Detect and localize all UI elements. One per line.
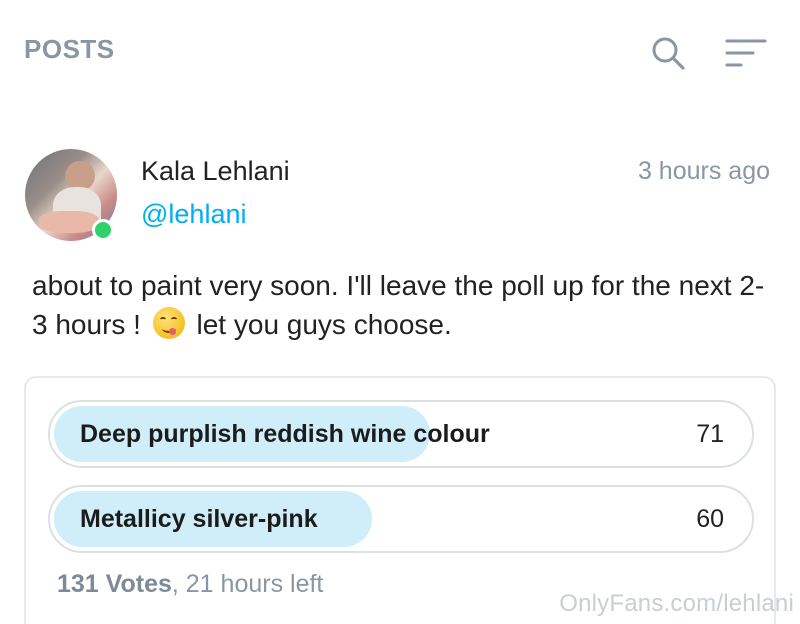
search-icon <box>652 37 685 70</box>
poll-option-1-votes: 71 <box>696 420 724 448</box>
poll-option-1[interactable]: Deep purplish reddish wine colour 71 <box>48 400 754 468</box>
post-text-part2: let you guys choose. <box>188 309 452 340</box>
poll-option-2-votes: 60 <box>696 505 724 533</box>
post-timestamp[interactable]: 3 hours ago <box>638 157 770 186</box>
post-text: about to paint very soon. I'll leave the… <box>32 266 772 344</box>
page-title: POSTS <box>24 34 115 64</box>
posts-page: POSTS Kala Lehlani @lehlani 3 hours ago … <box>0 0 800 624</box>
poll-option-2-label: Metallicy silver-pink <box>80 505 318 533</box>
avatar-photo-legs <box>39 211 99 233</box>
poll-summary: 131 Votes, 21 hours left <box>57 570 323 599</box>
poll-card: Deep purplish reddish wine colour 71 Met… <box>24 376 776 624</box>
search-button[interactable] <box>650 35 686 71</box>
poll-option-1-label: Deep purplish reddish wine colour <box>80 420 490 448</box>
filter-lines-icon <box>725 39 767 67</box>
watermark: OnlyFans.com/lehlani <box>559 590 794 617</box>
poll-total-votes: 131 Votes <box>57 570 172 598</box>
online-status-icon <box>92 219 114 241</box>
smiling-face-savoring-food-icon <box>152 307 185 339</box>
filter-button[interactable] <box>725 36 769 72</box>
author-name[interactable]: Kala Lehlani <box>141 156 290 187</box>
author-handle-link[interactable]: @lehlani <box>141 199 246 230</box>
poll-time-left: , 21 hours left <box>171 570 324 598</box>
poll-option-2[interactable]: Metallicy silver-pink 60 <box>48 485 754 553</box>
